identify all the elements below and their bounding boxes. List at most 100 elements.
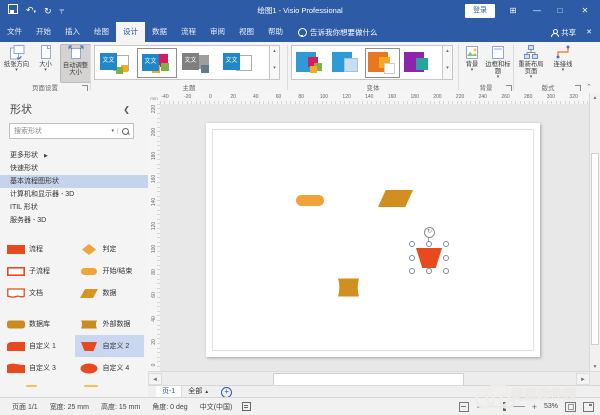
- variant-thumbnail-4[interactable]: [402, 49, 435, 77]
- search-dropdown-icon[interactable]: ▾: [108, 128, 118, 134]
- selection-handle[interactable]: [409, 255, 415, 261]
- maximize-button[interactable]: □: [551, 0, 569, 22]
- theme-thumbnail-4[interactable]: 文文: [220, 49, 258, 77]
- stencil-item-external-data[interactable]: 外部数据: [75, 313, 144, 335]
- stencil-item-process[interactable]: 流程: [2, 238, 71, 260]
- scroll-right-icon[interactable]: ►: [576, 373, 590, 385]
- rotation-handle[interactable]: ↻: [424, 227, 435, 238]
- scroll-left-icon[interactable]: ◄: [148, 373, 162, 385]
- orientation-icon: [9, 44, 25, 60]
- zoom-slider[interactable]: [489, 406, 525, 407]
- add-page-button[interactable]: +: [221, 387, 232, 398]
- horizontal-scrollbar[interactable]: ◄ ►: [148, 371, 600, 386]
- vertical-scroll-thumb[interactable]: [591, 153, 599, 345]
- search-icon[interactable]: [122, 128, 129, 135]
- stencil-item-decision[interactable]: 判定: [75, 238, 144, 260]
- stencil-shape-grid: 流程 判定 子流程 开始/结束 文档 数据: [2, 238, 146, 379]
- selection-handle[interactable]: [426, 268, 432, 274]
- selection-handle[interactable]: [443, 268, 449, 274]
- sidebar-item-basic-flowchart[interactable]: 基本流程图形状: [0, 175, 148, 188]
- sidebar-item-more-shapes[interactable]: 更多形状▶: [0, 149, 148, 162]
- sign-in-button[interactable]: 登录: [465, 4, 495, 18]
- share-button[interactable]: 共享: [551, 27, 576, 38]
- panel-collapse-icon[interactable]: ❮: [123, 105, 130, 114]
- variant-thumbnail-2[interactable]: [330, 49, 363, 77]
- minimize-button[interactable]: —: [528, 0, 546, 22]
- stencil-item-custom-2-selected[interactable]: 自定义 2: [75, 335, 144, 357]
- selection-handle[interactable]: [443, 255, 449, 261]
- drawing-page[interactable]: [206, 123, 540, 357]
- theme-thumbnail-1[interactable]: 文文: [97, 49, 135, 77]
- status-shape-width[interactable]: 宽度: 25 mm: [50, 402, 89, 412]
- theme-thumbnail-3[interactable]: 文文: [179, 49, 217, 77]
- status-language[interactable]: 中文(中国): [200, 402, 233, 412]
- connectors-button[interactable]: 连接线 ▾: [549, 44, 577, 81]
- sidebar-item-itil-shapes[interactable]: ITIL 形状: [0, 201, 148, 214]
- zoom-out-button[interactable]: −: [476, 402, 481, 412]
- status-shape-height[interactable]: 高度: 15 mm: [101, 402, 140, 412]
- stencil-item-data[interactable]: 数据: [75, 282, 144, 304]
- background-button[interactable]: 背景 ▾: [460, 44, 484, 81]
- zoom-in-button[interactable]: +: [532, 402, 537, 412]
- tab-process[interactable]: 流程: [174, 22, 203, 42]
- variant-thumbnail-3-selected[interactable]: [366, 49, 399, 77]
- tab-insert[interactable]: 插入: [58, 22, 87, 42]
- size-button[interactable]: 大小 ▾: [31, 44, 60, 81]
- sidebar-item-quick-shapes[interactable]: 快速形状: [0, 162, 148, 175]
- layout-dialog-launcher-icon[interactable]: [575, 85, 581, 91]
- tab-data[interactable]: 数据: [145, 22, 174, 42]
- page-setup-dialog-launcher-icon[interactable]: [82, 85, 88, 91]
- gallery-scroll-more-icon[interactable]: ▾: [270, 63, 279, 80]
- drawing-canvas[interactable]: ↻: [160, 104, 590, 372]
- variant-thumbnail-1[interactable]: [294, 49, 327, 77]
- stencil-item-start-end[interactable]: 开始/结束: [75, 260, 144, 282]
- tell-me-box[interactable]: 告诉我你想要做什么: [290, 22, 386, 42]
- close-button[interactable]: ✕: [576, 0, 594, 22]
- stencil-item-subprocess[interactable]: 子流程: [2, 260, 71, 282]
- selection-handle[interactable]: [409, 241, 415, 247]
- stencil-item-custom-3[interactable]: 自定义 3: [2, 357, 71, 379]
- tab-view[interactable]: 视图: [232, 22, 261, 42]
- theme-thumbnail-2-selected[interactable]: 文文: [138, 49, 176, 77]
- fullscreen-button[interactable]: [583, 402, 594, 412]
- scroll-up-icon[interactable]: ▲: [590, 93, 600, 103]
- zoom-slider-thumb[interactable]: [503, 402, 506, 411]
- ribbon-display-options-icon[interactable]: ⊞: [504, 0, 522, 22]
- tab-review[interactable]: 审阅: [203, 22, 232, 42]
- autosize-button[interactable]: 自动调整大小: [60, 44, 91, 83]
- tabrow-close-icon[interactable]: ✕: [586, 28, 592, 36]
- tab-home[interactable]: 开始: [29, 22, 58, 42]
- fit-window-button[interactable]: [565, 402, 576, 412]
- selection-handle[interactable]: [426, 241, 432, 247]
- stencil-item-custom-1[interactable]: 自定义 1: [2, 335, 71, 357]
- collapse-ribbon-icon[interactable]: ⌃: [586, 83, 592, 91]
- zoom-level[interactable]: 53%: [544, 403, 558, 410]
- fit-page-icon[interactable]: [459, 402, 469, 412]
- stencil-item-document[interactable]: 文档: [2, 282, 71, 304]
- selection-handle[interactable]: [409, 268, 415, 274]
- selection-handle[interactable]: [443, 241, 449, 247]
- vertical-scrollbar[interactable]: ▲ ▼: [589, 93, 600, 372]
- stencil-item-database[interactable]: 数据库: [2, 313, 71, 335]
- sidebar-item-servers-3d[interactable]: 服务器 - 3D: [0, 214, 148, 227]
- relayout-page-button[interactable]: 重新布局页面 ▾: [515, 44, 547, 81]
- status-shape-angle[interactable]: 角度: 0 deg: [152, 402, 187, 412]
- gallery-scroll-up-icon[interactable]: ▴: [443, 46, 452, 63]
- themes-gallery-scroll: ▴ ▾: [269, 45, 280, 80]
- proofing-icon[interactable]: [242, 402, 251, 411]
- canvas-shape-database[interactable]: [337, 278, 363, 297]
- shape-search-input[interactable]: 搜索形状 ▾: [9, 123, 134, 139]
- tab-file[interactable]: 文件: [0, 22, 29, 42]
- gallery-scroll-up-icon[interactable]: ▴: [270, 46, 279, 63]
- tab-help[interactable]: 帮助: [261, 22, 290, 42]
- background-dialog-launcher-icon[interactable]: [506, 85, 512, 91]
- status-page-number[interactable]: 页面 1/1: [12, 402, 38, 412]
- canvas-shape-start-end[interactable]: [296, 195, 324, 206]
- gallery-scroll-more-icon[interactable]: ▾: [443, 63, 452, 80]
- sidebar-item-computers-monitors-3d[interactable]: 计算机和显示器 - 3D: [0, 188, 148, 201]
- orientation-button[interactable]: 纸张方向 ▾: [2, 44, 31, 81]
- stencil-item-custom-4[interactable]: 自定义 4: [75, 357, 144, 379]
- tab-draw[interactable]: 绘图: [87, 22, 116, 42]
- tab-design[interactable]: 设计: [116, 22, 145, 42]
- border-title-button[interactable]: 边框和标题 ▾: [485, 44, 511, 81]
